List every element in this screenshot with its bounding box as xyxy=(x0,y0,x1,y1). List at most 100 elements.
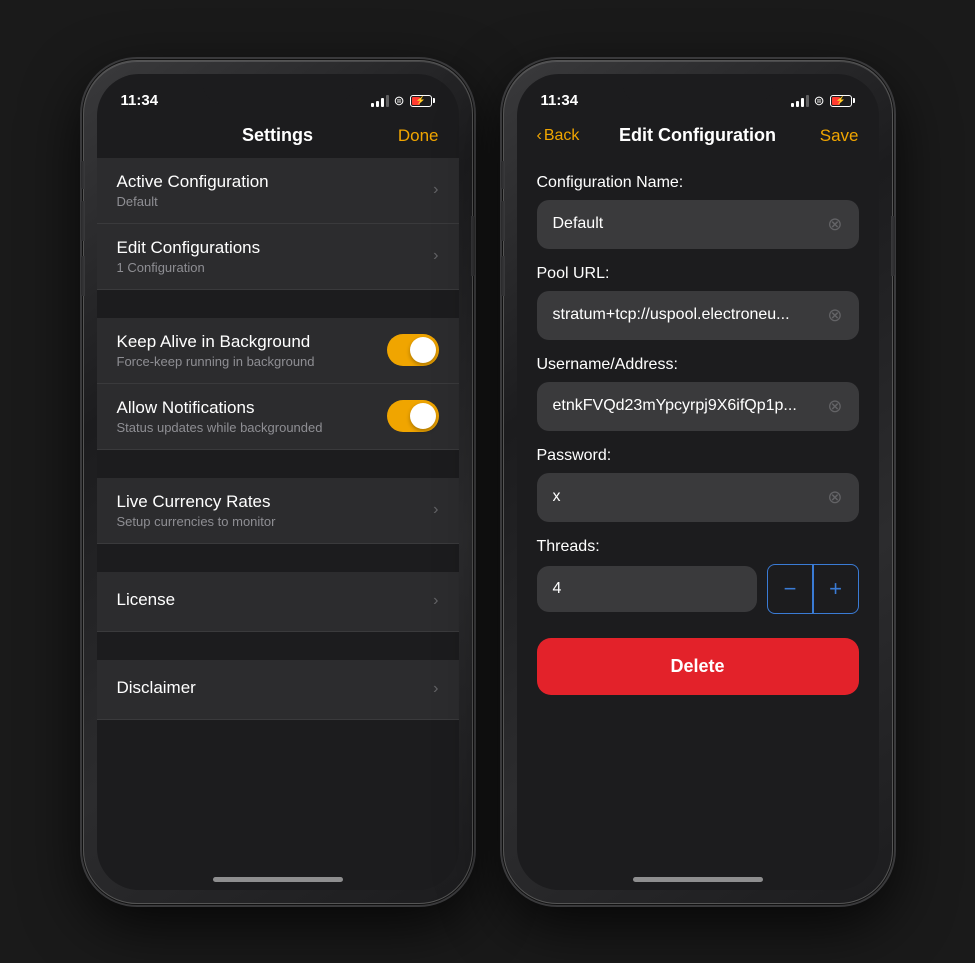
delete-button[interactable]: Delete xyxy=(537,638,859,695)
notch-left xyxy=(203,74,353,104)
divider-4 xyxy=(97,640,459,660)
settings-content: Active Configuration Default › Edit Conf… xyxy=(97,158,459,874)
active-configuration-item[interactable]: Active Configuration Default › xyxy=(97,158,459,224)
keep-alive-subtitle: Force-keep running in background xyxy=(117,354,387,369)
chevron-icon-currency: › xyxy=(433,501,438,519)
divider-1 xyxy=(97,298,459,318)
power-button xyxy=(471,216,475,276)
config-name-value: Default xyxy=(553,215,820,233)
notch-right xyxy=(623,74,773,104)
pool-url-value: stratum+tcp://uspool.electroneu... xyxy=(553,306,820,324)
signal-icon-right xyxy=(791,95,809,107)
edit-configurations-subtitle: 1 Configuration xyxy=(117,260,424,275)
password-value: x xyxy=(553,488,820,506)
threads-row: 4 − + xyxy=(537,564,859,614)
edit-configurations-text: Edit Configurations 1 Configuration xyxy=(117,238,424,275)
toggle-thumb-keep-alive xyxy=(410,337,436,363)
signal-icon-left xyxy=(371,95,389,107)
status-icons-right: ⊜ ⚡ xyxy=(791,93,855,109)
volume-down-button-right xyxy=(501,256,505,296)
edit-configurations-title: Edit Configurations xyxy=(117,238,424,258)
edit-configurations-item[interactable]: Edit Configurations 1 Configuration › xyxy=(97,224,459,290)
keep-alive-text: Keep Alive in Background Force-keep runn… xyxy=(117,332,387,369)
chevron-icon-active-config: › xyxy=(433,181,438,199)
disclaimer-item[interactable]: Disclaimer › xyxy=(97,660,459,720)
time-right: 11:34 xyxy=(541,92,579,109)
password-clear-button[interactable]: ⊗ xyxy=(827,487,842,508)
username-label: Username/Address: xyxy=(537,356,859,374)
pool-url-input[interactable]: stratum+tcp://uspool.electroneu... ⊗ xyxy=(537,291,859,340)
password-input[interactable]: x ⊗ xyxy=(537,473,859,522)
allow-notifications-subtitle: Status updates while backgrounded xyxy=(117,420,387,435)
threads-input[interactable]: 4 xyxy=(537,566,758,612)
settings-group-4: License › xyxy=(97,572,459,632)
threads-stepper[interactable]: − + xyxy=(767,564,859,614)
settings-group-1: Active Configuration Default › Edit Conf… xyxy=(97,158,459,290)
back-label: Back xyxy=(544,127,580,145)
config-name-input[interactable]: Default ⊗ xyxy=(537,200,859,249)
time-left: 11:34 xyxy=(121,92,159,109)
username-input[interactable]: etnkFVQd23mYpcyrpj9X6ifQp1p... ⊗ xyxy=(537,382,859,431)
settings-group-3: Live Currency Rates Setup currencies to … xyxy=(97,478,459,544)
chevron-icon-disclaimer: › xyxy=(433,680,438,698)
username-value: etnkFVQd23mYpcyrpj9X6ifQp1p... xyxy=(553,397,820,415)
threads-label: Threads: xyxy=(537,538,859,556)
nav-bar-edit-config: ‹ Back Edit Configuration Save xyxy=(517,118,879,158)
allow-notifications-title: Allow Notifications xyxy=(117,398,387,418)
volume-up-button xyxy=(81,201,85,241)
wifi-icon-right: ⊜ xyxy=(814,93,825,109)
keep-alive-item[interactable]: Keep Alive in Background Force-keep runn… xyxy=(97,318,459,384)
battery-icon-right: ⚡ xyxy=(830,95,855,107)
disclaimer-text: Disclaimer xyxy=(117,678,424,700)
active-configuration-subtitle: Default xyxy=(117,194,424,209)
phone-settings: 11:34 ⊜ ⚡ Settings Done xyxy=(83,60,473,904)
live-currency-item[interactable]: Live Currency Rates Setup currencies to … xyxy=(97,478,459,544)
live-currency-text: Live Currency Rates Setup currencies to … xyxy=(117,492,424,529)
live-currency-subtitle: Setup currencies to monitor xyxy=(117,514,424,529)
chevron-icon-edit-configs: › xyxy=(433,247,438,265)
battery-icon-left: ⚡ xyxy=(410,95,435,107)
save-button[interactable]: Save xyxy=(820,126,859,146)
active-configuration-title: Active Configuration xyxy=(117,172,424,192)
allow-notifications-text: Allow Notifications Status updates while… xyxy=(117,398,387,435)
license-title: License xyxy=(117,590,424,610)
settings-title: Settings xyxy=(242,125,313,146)
home-indicator-right xyxy=(633,877,763,882)
volume-down-button xyxy=(81,256,85,296)
form-content: Configuration Name: Default ⊗ Pool URL: … xyxy=(517,158,879,874)
toggle-thumb-notifications xyxy=(410,403,436,429)
home-indicator-left xyxy=(213,877,343,882)
done-button[interactable]: Done xyxy=(398,126,439,146)
chevron-icon-license: › xyxy=(433,592,438,610)
stepper-plus-button[interactable]: + xyxy=(814,565,858,613)
settings-group-5: Disclaimer › xyxy=(97,660,459,720)
license-text: License xyxy=(117,590,424,612)
allow-notifications-toggle[interactable] xyxy=(387,400,439,432)
config-name-clear-button[interactable]: ⊗ xyxy=(827,214,842,235)
back-chevron-icon: ‹ xyxy=(537,127,542,145)
nav-bar-settings: Settings Done xyxy=(97,118,459,158)
settings-group-2: Keep Alive in Background Force-keep runn… xyxy=(97,318,459,450)
keep-alive-title: Keep Alive in Background xyxy=(117,332,387,352)
stepper-minus-button[interactable]: − xyxy=(768,565,812,613)
config-name-label: Configuration Name: xyxy=(537,174,859,192)
phone-screen-right: 11:34 ⊜ ⚡ ‹ Back Edit xyxy=(517,74,879,890)
status-icons-left: ⊜ ⚡ xyxy=(371,93,435,109)
keep-alive-toggle[interactable] xyxy=(387,334,439,366)
password-label: Password: xyxy=(537,447,859,465)
mute-button-right xyxy=(501,161,505,189)
username-clear-button[interactable]: ⊗ xyxy=(827,396,842,417)
license-item[interactable]: License › xyxy=(97,572,459,632)
wifi-icon-left: ⊜ xyxy=(394,93,405,109)
phone-edit-config: 11:34 ⊜ ⚡ ‹ Back Edit xyxy=(503,60,893,904)
active-configuration-text: Active Configuration Default xyxy=(117,172,424,209)
divider-3 xyxy=(97,552,459,572)
pool-url-clear-button[interactable]: ⊗ xyxy=(827,305,842,326)
allow-notifications-item[interactable]: Allow Notifications Status updates while… xyxy=(97,384,459,450)
back-button[interactable]: ‹ Back xyxy=(537,127,580,145)
volume-up-button-right xyxy=(501,201,505,241)
edit-config-title: Edit Configuration xyxy=(619,125,776,146)
disclaimer-title: Disclaimer xyxy=(117,678,424,698)
live-currency-title: Live Currency Rates xyxy=(117,492,424,512)
phone-screen-left: 11:34 ⊜ ⚡ Settings Done xyxy=(97,74,459,890)
